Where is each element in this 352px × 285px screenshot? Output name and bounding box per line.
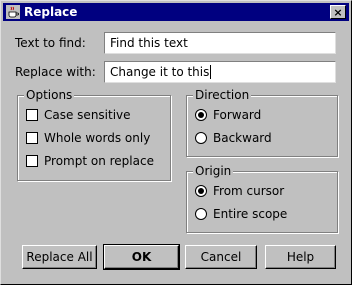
close-icon: × [333, 5, 343, 19]
replace-input-value: Change it to this [110, 65, 210, 79]
prompt-on-replace-checkbox[interactable]: Prompt on replace [26, 154, 154, 168]
backward-radio[interactable]: Backward [195, 131, 272, 145]
replace-input[interactable]: Change it to this [104, 61, 336, 83]
find-label: Text to find: [15, 36, 86, 50]
origin-group: Origin From cursor Entire scope [186, 164, 338, 233]
case-sensitive-label: Case sensitive [44, 108, 131, 122]
backward-label: Backward [213, 131, 272, 145]
forward-radio[interactable]: Forward [195, 108, 261, 122]
java-cup-icon [6, 4, 20, 19]
entire-scope-label: Entire scope [213, 207, 288, 221]
case-sensitive-checkbox[interactable]: Case sensitive [26, 108, 131, 122]
radio-dot[interactable] [195, 208, 207, 220]
checkbox-box[interactable] [26, 109, 38, 121]
radio-dot-selected[interactable] [195, 109, 207, 121]
from-cursor-radio[interactable]: From cursor [195, 184, 284, 198]
cancel-button[interactable]: Cancel [185, 245, 257, 269]
find-input-value: Find this text [110, 36, 188, 50]
options-legend: Options [24, 88, 75, 102]
radio-dot[interactable] [195, 132, 207, 144]
close-button[interactable]: × [330, 5, 346, 19]
replace-label: Replace with: [15, 65, 96, 79]
whole-words-label: Whole words only [44, 131, 151, 145]
replace-dialog: Replace × Text to find: Find this text R… [0, 0, 352, 285]
direction-legend: Direction [193, 88, 252, 102]
replace-all-button[interactable]: Replace All [22, 245, 97, 269]
checkbox-box[interactable] [26, 132, 38, 144]
forward-label: Forward [213, 108, 262, 122]
checkbox-box[interactable] [26, 155, 38, 167]
entire-scope-radio[interactable]: Entire scope [195, 207, 287, 221]
help-button[interactable]: Help [265, 245, 336, 269]
direction-group: Direction Forward Backward [186, 88, 338, 157]
prompt-on-replace-label: Prompt on replace [44, 154, 154, 168]
radio-dot-selected[interactable] [195, 185, 207, 197]
title-bar: Replace × [3, 3, 349, 21]
origin-legend: Origin [193, 164, 234, 178]
text-caret [210, 65, 212, 79]
window-title: Replace [24, 5, 78, 19]
whole-words-checkbox[interactable]: Whole words only [26, 131, 150, 145]
options-group: Options Case sensitive Whole words only … [17, 88, 171, 181]
find-input[interactable]: Find this text [104, 32, 336, 54]
ok-button[interactable]: OK [103, 244, 180, 270]
from-cursor-label: From cursor [213, 184, 285, 198]
